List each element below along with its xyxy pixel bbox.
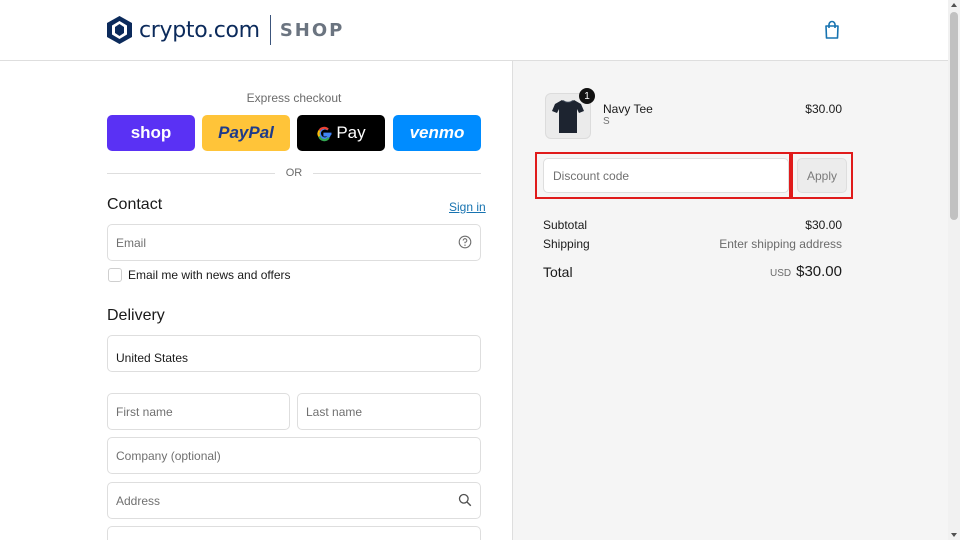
page-scrollbar[interactable] bbox=[948, 0, 960, 540]
venmo-label: venmo bbox=[409, 123, 465, 142]
paypal-label: PayPal bbox=[218, 123, 274, 142]
company-field[interactable]: Company (optional) bbox=[107, 437, 481, 474]
express-checkout-label: Express checkout bbox=[246, 91, 342, 105]
subtotal-label: Subtotal bbox=[543, 218, 588, 232]
delivery-heading: Delivery bbox=[107, 307, 165, 324]
first-name-field[interactable]: First name bbox=[107, 393, 290, 430]
newsletter-label: Email me with news and offers bbox=[128, 268, 291, 282]
product-name: Navy Tee bbox=[603, 102, 653, 116]
email-placeholder: Email bbox=[116, 235, 147, 250]
google-g-icon bbox=[317, 126, 332, 141]
discount-placeholder: Discount code bbox=[553, 168, 630, 183]
shop-pay-label: shop bbox=[130, 123, 172, 142]
shipping-value: Enter shipping address bbox=[719, 237, 842, 251]
next-field[interactable] bbox=[107, 526, 481, 540]
scroll-up-icon[interactable] bbox=[951, 3, 957, 7]
apply-button[interactable]: Apply bbox=[797, 158, 847, 193]
search-icon[interactable] bbox=[458, 493, 472, 507]
last-name-field[interactable]: Last name bbox=[297, 393, 481, 430]
email-field[interactable]: Email bbox=[107, 224, 481, 261]
store-logo[interactable]: crypto.com SHOP bbox=[106, 14, 344, 46]
header: crypto.com SHOP bbox=[0, 0, 948, 61]
store-label: SHOP bbox=[279, 19, 345, 41]
country-value: United States bbox=[116, 350, 189, 365]
total-value: USD $30.00 bbox=[770, 263, 842, 280]
discount-code-field[interactable]: Discount code bbox=[543, 158, 789, 193]
checkout-form: Express checkout shop PayPal Pay venmo O… bbox=[0, 61, 512, 540]
country-select[interactable]: United States bbox=[107, 335, 481, 372]
contact-heading: Contact bbox=[107, 196, 163, 213]
scroll-thumb[interactable] bbox=[950, 12, 958, 220]
scroll-down-icon[interactable] bbox=[951, 533, 957, 537]
total-amount: $30.00 bbox=[796, 263, 842, 280]
quantity-badge: 1 bbox=[579, 88, 595, 104]
subtotal-value: $30.00 bbox=[805, 218, 842, 232]
divider-line-right bbox=[313, 173, 481, 174]
help-circle-icon[interactable] bbox=[458, 235, 472, 249]
or-divider: OR bbox=[107, 167, 481, 181]
first-name-placeholder: First name bbox=[116, 404, 173, 419]
product-variant: S bbox=[603, 116, 610, 127]
total-currency: USD bbox=[769, 268, 792, 279]
venmo-button[interactable]: venmo bbox=[393, 115, 481, 151]
address-placeholder: Address bbox=[116, 493, 161, 508]
address-field[interactable]: Address bbox=[107, 482, 481, 519]
company-placeholder: Company (optional) bbox=[116, 448, 221, 463]
brand-name: crypto.com bbox=[139, 17, 260, 43]
newsletter-checkbox[interactable] bbox=[108, 268, 122, 282]
apply-highlight: Apply bbox=[791, 152, 853, 199]
discount-highlight: Discount code bbox=[535, 152, 791, 199]
order-summary: 1 Navy Tee S $30.00 Discount code Apply … bbox=[512, 61, 948, 540]
shop-pay-button[interactable]: shop bbox=[107, 115, 195, 151]
total-label: Total bbox=[543, 264, 573, 280]
sign-in-link[interactable]: Sign in bbox=[449, 200, 486, 214]
shopping-bag-icon[interactable] bbox=[823, 20, 841, 40]
tshirt-icon bbox=[552, 100, 584, 133]
logo-divider bbox=[269, 15, 271, 45]
google-pay-label: Pay bbox=[336, 123, 366, 142]
paypal-button[interactable]: PayPal bbox=[202, 115, 290, 151]
product-price: $30.00 bbox=[805, 102, 842, 116]
apply-label: Apply bbox=[806, 168, 838, 183]
shipping-label: Shipping bbox=[543, 237, 590, 251]
crypto-com-logo-icon bbox=[107, 16, 132, 44]
google-pay-button[interactable]: Pay bbox=[297, 115, 385, 151]
last-name-placeholder: Last name bbox=[306, 404, 363, 419]
